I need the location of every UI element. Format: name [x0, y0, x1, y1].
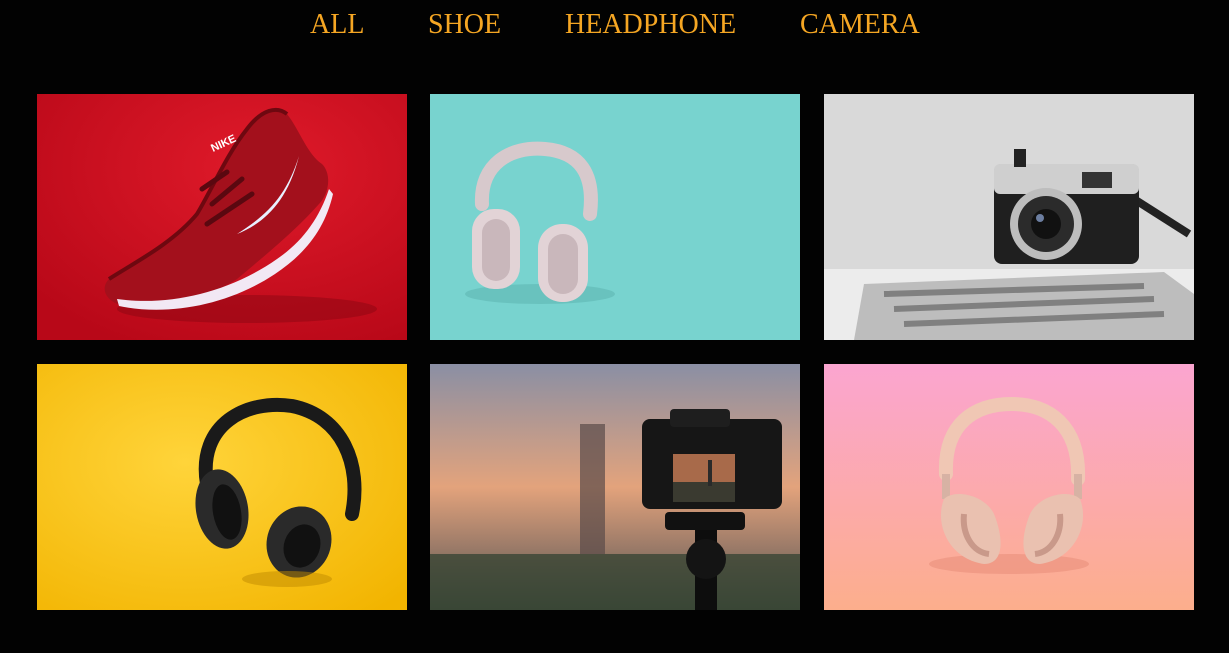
gallery-item-headphone-rosegold[interactable] [824, 364, 1194, 610]
gallery-item-camera-tripod[interactable] [430, 364, 800, 610]
filter-shoe-button[interactable]: SHOE [428, 8, 501, 42]
gallery-item-shoe[interactable]: NIKE [37, 94, 407, 340]
filter-camera-button[interactable]: CAMERA [800, 8, 920, 42]
headphones-pink-image [430, 94, 800, 340]
filter-headphone-button[interactable]: HEADPHONE [565, 8, 736, 42]
headphones-rosegold-image [824, 364, 1194, 610]
filter-all-button[interactable]: ALL [310, 8, 364, 42]
sneaker-image: NIKE [37, 94, 407, 340]
headphones-black-image [37, 364, 407, 610]
gallery-item-headphone-pink[interactable] [430, 94, 800, 340]
category-filter-nav: ALL SHOE HEADPHONE CAMERA [0, 8, 1229, 42]
retro-camera-image [824, 94, 1194, 340]
gallery-item-headphone-black[interactable] [37, 364, 407, 610]
tripod-camera-image [430, 364, 800, 610]
gallery-item-camera-retro[interactable] [824, 94, 1194, 340]
